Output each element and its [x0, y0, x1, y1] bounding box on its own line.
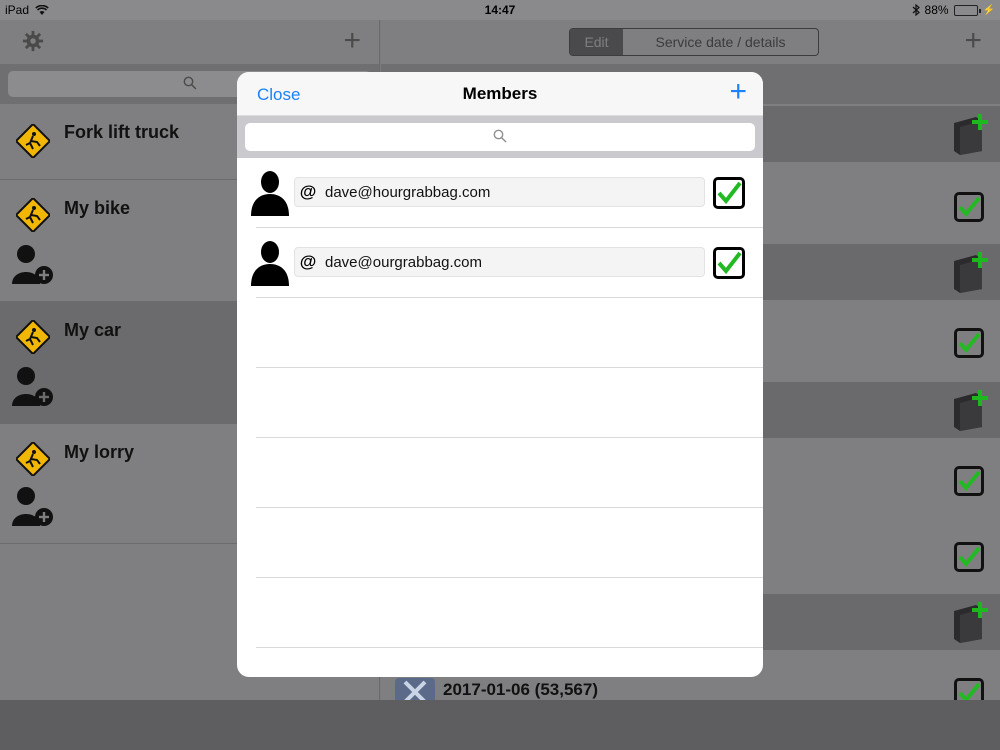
empty-row — [256, 298, 763, 368]
checkbox-checked[interactable] — [954, 192, 984, 222]
edit-segment[interactable]: Edit — [570, 29, 623, 55]
checkmark-icon — [958, 332, 981, 354]
checkmark-icon — [958, 682, 981, 700]
at-icon: @ — [299, 252, 317, 271]
checkbox-checked[interactable] — [954, 328, 984, 358]
warning-sign-icon — [16, 198, 50, 232]
add-member-icon[interactable] — [10, 366, 56, 410]
modal-header: Close Members + — [237, 72, 763, 116]
bottom-toolbar — [0, 700, 1000, 750]
add-document-icon[interactable] — [948, 387, 992, 431]
checkmark-icon — [958, 196, 981, 218]
search-icon — [493, 129, 507, 143]
add-service-button[interactable]: + — [964, 26, 982, 56]
gear-icon[interactable] — [22, 30, 44, 52]
empty-row — [256, 578, 763, 648]
checkbox-checked[interactable] — [954, 542, 984, 572]
member-row: @ dave@ourgrabbag.com — [237, 228, 763, 298]
member-search-input[interactable] — [245, 123, 755, 151]
warning-sign-icon — [16, 124, 50, 158]
member-row: @ dave@hourgrabbag.com — [237, 158, 763, 228]
add-member-icon[interactable] — [10, 486, 56, 530]
status-bar: iPad 14:47 88% ⚡ — [0, 0, 1000, 20]
search-icon — [183, 76, 196, 90]
checkmark-icon — [717, 251, 742, 275]
bluetooth-icon — [912, 4, 920, 16]
person-icon — [251, 241, 289, 286]
detail-nav-bar: Edit Service date / details + — [381, 20, 1000, 64]
checkmark-icon — [958, 546, 981, 568]
master-nav-bar: + — [0, 20, 379, 64]
add-member-icon[interactable] — [10, 244, 56, 288]
at-icon: @ — [299, 182, 317, 201]
warning-sign-icon — [16, 320, 50, 354]
checkbox-checked[interactable] — [954, 678, 984, 700]
checkmark-icon — [717, 181, 742, 205]
empty-row — [256, 368, 763, 438]
clock: 14:47 — [484, 3, 516, 17]
member-email: dave@ourgrabbag.com — [325, 253, 482, 271]
vehicle-name: My lorry — [64, 442, 135, 462]
add-member-button[interactable]: + — [729, 77, 747, 107]
empty-row — [256, 438, 763, 508]
battery-icon — [953, 4, 981, 16]
checkmark-icon — [958, 470, 981, 492]
charging-icon: ⚡ — [982, 4, 995, 16]
vehicle-name: My car — [64, 320, 122, 340]
add-document-icon[interactable] — [948, 249, 992, 293]
warning-sign-icon — [16, 442, 50, 476]
service-segment[interactable]: Service date / details — [623, 29, 818, 55]
email-field[interactable]: @ dave@ourgrabbag.com — [294, 247, 705, 277]
mode-segmented-control: Edit Service date / details — [569, 28, 819, 56]
vehicle-name: Fork lift truck — [64, 122, 180, 142]
member-checkbox[interactable] — [713, 247, 745, 279]
service-entry-label: 2017-01-06 (53,567) — [443, 680, 599, 699]
members-modal: Close Members + @ dave@hourgrabbag.com @… — [237, 72, 763, 677]
member-search-bar — [237, 116, 763, 158]
wrench-icon — [395, 678, 435, 700]
add-document-icon[interactable] — [948, 111, 992, 155]
modal-title: Members — [462, 84, 538, 103]
battery-percent: 88% — [924, 3, 949, 17]
person-icon — [251, 171, 289, 216]
status-bar-right: 88% ⚡ — [912, 3, 995, 17]
member-list: @ dave@hourgrabbag.com @ dave@ourgrabbag… — [237, 158, 763, 648]
add-vehicle-button[interactable]: + — [343, 26, 361, 56]
email-field[interactable]: @ dave@hourgrabbag.com — [294, 177, 705, 207]
add-document-icon[interactable] — [948, 599, 992, 643]
member-email: dave@hourgrabbag.com — [325, 183, 491, 201]
checkbox-checked[interactable] — [954, 466, 984, 496]
vehicle-name: My bike — [64, 198, 131, 218]
empty-row — [256, 508, 763, 578]
member-checkbox[interactable] — [713, 177, 745, 209]
